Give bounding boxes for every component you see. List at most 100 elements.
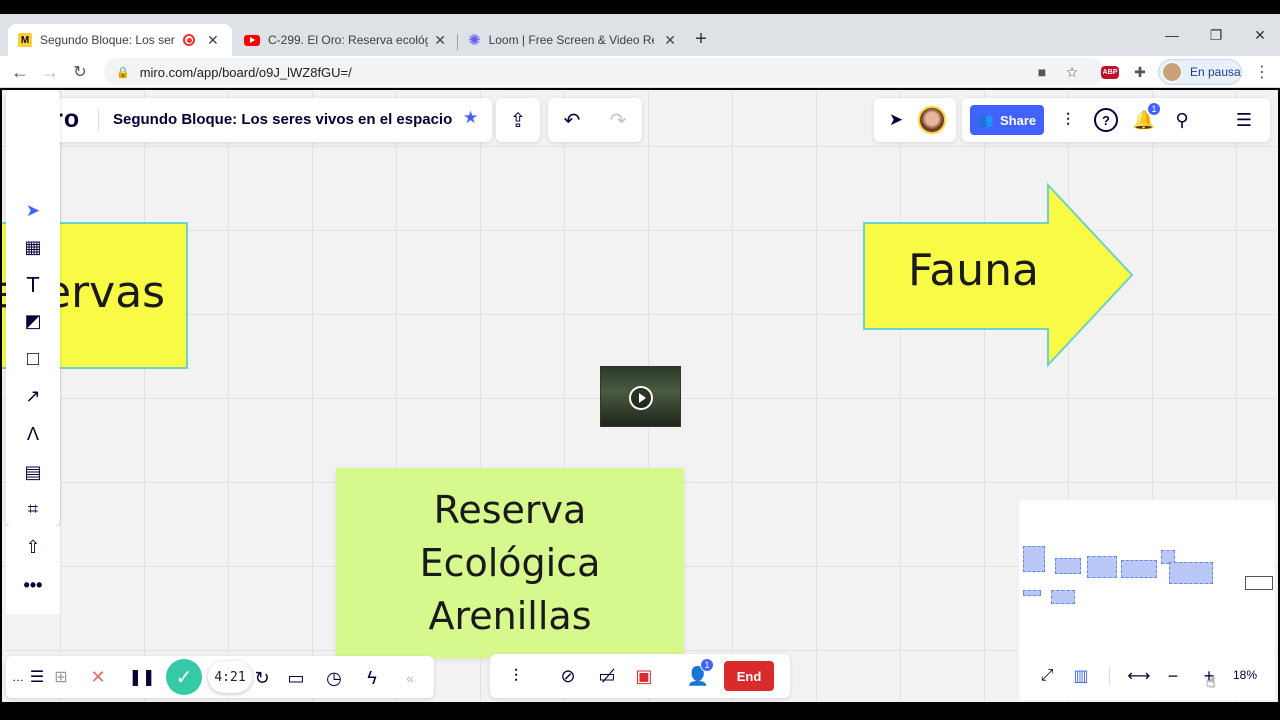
share-button[interactable]: 👥 Share <box>970 105 1044 135</box>
profile-button[interactable]: En pausa <box>1158 59 1242 85</box>
tab-loom[interactable]: ✺ Loom | Free Screen & Video Rec ✕ <box>458 24 686 56</box>
share-label: Share <box>1000 112 1037 128</box>
bookmark-star-icon[interactable]: ☆ <box>1062 62 1082 82</box>
tab-title: Segundo Bloque: Los seres v <box>40 33 175 47</box>
finish-recording-icon[interactable]: ✓ <box>166 659 202 695</box>
minimap-item <box>1023 546 1045 572</box>
grid-icon[interactable]: ⊞ <box>50 666 72 688</box>
fit-to-screen-icon[interactable]: ⟷ <box>1127 664 1151 688</box>
camera-off-icon[interactable]: ▭̸ <box>594 664 620 688</box>
video-chat-icon[interactable]: ▭ <box>284 666 308 690</box>
fullscreen-icon[interactable]: ⤢ <box>1035 664 1059 688</box>
adblock-plus-icon[interactable]: ABP <box>1100 62 1120 82</box>
upload-icon[interactable]: ⇧ <box>6 529 60 566</box>
export-upload-icon[interactable]: ⇪ <box>496 98 540 142</box>
bottom-left-toolbar: … ☰ ⊞ ✕ ❚❚ ✓ 4:21 ↻ ▭ ◷ ϟ « <box>6 656 434 698</box>
minimap-toggle-icon[interactable]: ▥ <box>1069 664 1093 688</box>
pause-recording-icon[interactable]: ❚❚ <box>129 665 156 689</box>
creation-toolbar: ➤ ▦ T ◩ □ ↗ Λ ▤ ⌗ <box>6 90 60 526</box>
loom-favicon-icon: ✺ <box>468 32 481 49</box>
pen-icon[interactable]: Λ <box>6 416 60 453</box>
play-icon[interactable] <box>629 386 653 410</box>
url-field[interactable]: 🔒 miro.com/app/board/o9J_lWZ8fGU=/ <box>104 58 1104 86</box>
top-black-bar <box>0 0 1280 14</box>
close-tab-icon[interactable]: ✕ <box>207 32 219 49</box>
close-tab-icon[interactable]: ✕ <box>664 32 676 49</box>
sticky-note-icon[interactable]: ◩ <box>6 303 60 340</box>
connection-line-icon[interactable]: ↗ <box>6 378 60 415</box>
profile-avatar <box>1162 62 1182 82</box>
minimap-item <box>1169 562 1213 584</box>
more-icon[interactable]: ••• <box>6 567 60 604</box>
zoom-out-icon[interactable]: − <box>1161 664 1185 688</box>
minimap-item <box>1055 558 1081 574</box>
minimap-item <box>1051 590 1075 604</box>
shape-icon[interactable]: □ <box>6 341 60 378</box>
cancel-recording-icon[interactable]: ✕ <box>86 665 110 689</box>
reactions-icon[interactable]: ↻ <box>250 666 274 690</box>
collapse-chevrons-icon[interactable]: « <box>398 666 422 690</box>
camera-icon[interactable]: ■ <box>1032 62 1052 82</box>
tab-youtube[interactable]: C-299. El Oro: Reserva ecológica ✕ <box>234 24 456 56</box>
toolbar-lower: ⇧ ••• <box>6 526 60 614</box>
close-window-icon[interactable]: ✕ <box>1238 14 1280 56</box>
lightning-icon[interactable]: ϟ <box>360 666 384 690</box>
minimap-item <box>1121 560 1157 578</box>
minimap-viewport[interactable] <box>1245 576 1273 590</box>
frames-list-icon[interactable]: ☰ <box>26 666 48 688</box>
back-icon[interactable]: ← <box>8 60 32 84</box>
search-icon[interactable]: ⚲ <box>1170 108 1194 132</box>
top-right-toolbar: 👥 Share ⫶ ? 🔔 1 ⚲ ☰ <box>962 98 1270 142</box>
more-dots-icon[interactable]: … <box>12 666 24 688</box>
tab-title: Loom | Free Screen & Video Rec <box>488 33 654 47</box>
forward-icon[interactable]: → <box>38 60 62 84</box>
text-icon[interactable]: T <box>6 266 60 303</box>
minimize-window-icon[interactable]: — <box>1150 14 1194 56</box>
close-tab-icon[interactable]: ✕ <box>434 32 446 49</box>
undo-icon[interactable]: ↶ <box>558 108 586 132</box>
loom-recorder-controls: ✕ ❚❚ ✓ 4:21 <box>78 657 268 697</box>
bottom-black-bar <box>0 702 1280 720</box>
redo-icon[interactable]: ↷ <box>604 108 632 132</box>
browser-address-bar: ← → ↻ 🔒 miro.com/app/board/o9J_lWZ8fGU=/… <box>0 56 1280 88</box>
users-icon: 👥 <box>977 112 995 127</box>
microphone-muted-icon[interactable]: ⊘ <box>556 664 580 688</box>
sticky-text: ervas <box>44 267 166 318</box>
tab-miro[interactable]: M Segundo Bloque: Los seres v ✕ <box>8 24 232 56</box>
meeting-controls: ⫶ ⊘ ▭̸ ▣ 👤 1 End <box>490 654 790 698</box>
sticky-line-1: Reserva <box>433 487 587 532</box>
user-avatar[interactable] <box>918 106 946 134</box>
participants-badge: 1 <box>700 658 714 672</box>
timer-icon[interactable]: ◷ <box>322 666 346 690</box>
miro-favicon-icon: M <box>18 33 32 47</box>
star-icon[interactable]: ★ <box>463 108 478 128</box>
board-notes-list-icon[interactable]: ☰ <box>1232 108 1256 132</box>
comment-icon[interactable]: ▤ <box>6 454 60 491</box>
end-meeting-button[interactable]: End <box>724 661 774 691</box>
sticky-line-2: Ecológica <box>419 540 601 585</box>
url-text: miro.com/app/board/o9J_lWZ8fGU=/ <box>139 64 352 80</box>
extensions-puzzle-icon[interactable]: ✚ <box>1130 62 1150 82</box>
new-tab-button[interactable]: + <box>688 24 714 54</box>
tab-title: C-299. El Oro: Reserva ecológica <box>268 33 428 47</box>
mouse-pointer-icon: ☝ <box>1206 674 1216 691</box>
templates-icon[interactable]: ▦ <box>6 229 60 266</box>
audio-settings-icon[interactable]: ⫶ <box>504 664 528 688</box>
video-embed[interactable] <box>600 366 681 427</box>
chrome-menu-icon[interactable]: ⋮ <box>1252 62 1272 82</box>
help-icon[interactable]: ? <box>1094 108 1118 132</box>
board-settings-sliders-icon[interactable]: ⫶ <box>1056 108 1080 132</box>
select-icon[interactable]: ➤ <box>6 192 60 229</box>
board-title[interactable]: Segundo Bloque: Los seres vivos en el es… <box>113 111 452 128</box>
reload-icon[interactable]: ↻ <box>68 60 92 84</box>
zoom-level[interactable]: 18% <box>1233 668 1257 682</box>
arrow-label: Fauna <box>908 245 1039 296</box>
screen-share-icon[interactable]: ▣ <box>632 664 656 688</box>
restore-window-icon[interactable]: ❐ <box>1194 14 1238 56</box>
cursor-filter-icon[interactable]: ➤ <box>884 108 908 132</box>
sticky-line-3: Arenillas <box>428 593 592 638</box>
minimap-item <box>1023 590 1041 596</box>
frame-icon[interactable]: ⌗ <box>6 491 60 528</box>
board-canvas[interactable]: e ervas Fauna Reserva Ecológica Arenilla… <box>2 90 1278 702</box>
sticky-note-green[interactable]: Reserva Ecológica Arenillas <box>336 468 684 658</box>
